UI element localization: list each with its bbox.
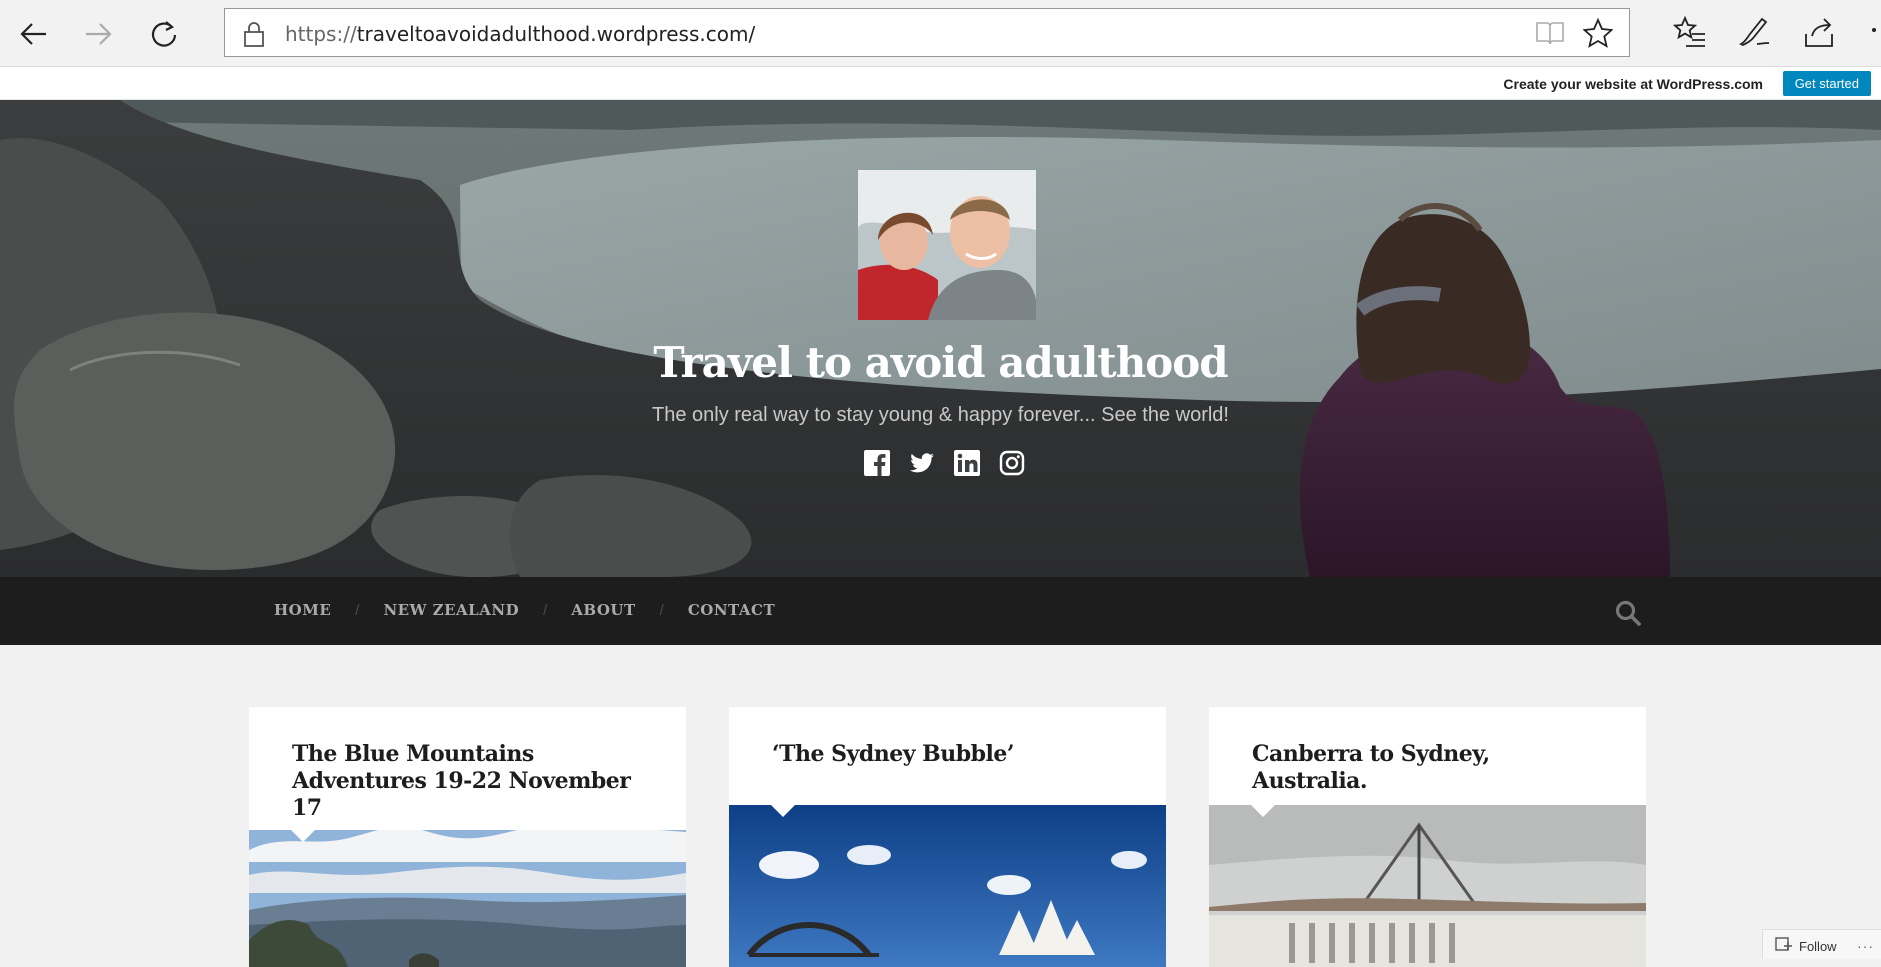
address-bar[interactable]: https://traveltoavoidadulthood.wordpress… bbox=[224, 8, 1630, 57]
site-header: Travel to avoid adulthood The only real … bbox=[0, 100, 1881, 577]
avatar-image bbox=[858, 170, 1036, 320]
card-notch bbox=[1251, 805, 1275, 817]
instagram-icon[interactable] bbox=[999, 450, 1025, 476]
refresh-icon bbox=[151, 21, 177, 47]
card-notch bbox=[771, 805, 795, 817]
forward-button[interactable] bbox=[76, 12, 120, 56]
wordpress-promo-bar: Create your website at WordPress.com Get… bbox=[0, 67, 1881, 100]
sydney-harbour-image bbox=[729, 805, 1166, 967]
blue-mountains-image bbox=[249, 822, 686, 967]
nav-item-new-zealand[interactable]: NEW ZEALAND bbox=[383, 601, 519, 619]
post-title[interactable]: The Blue Mountains Adventures 19-22 Nove… bbox=[292, 741, 650, 822]
create-website-link[interactable]: Create your website at WordPress.com bbox=[1503, 76, 1763, 92]
favorite-star-icon[interactable] bbox=[1583, 18, 1613, 48]
nav-item-contact[interactable]: CONTACT bbox=[688, 601, 775, 619]
linkedin-icon[interactable] bbox=[954, 450, 980, 476]
more-menu-dot[interactable] bbox=[1872, 28, 1876, 32]
follow-widget[interactable]: Follow ··· bbox=[1762, 929, 1881, 959]
get-started-button[interactable]: Get started bbox=[1782, 71, 1871, 96]
site-title[interactable]: Travel to avoid adulthood bbox=[0, 338, 1881, 387]
back-button[interactable] bbox=[12, 12, 56, 56]
card-notch bbox=[291, 830, 315, 842]
lock-icon bbox=[244, 22, 264, 47]
nav-menu: HOME / NEW ZEALAND / ABOUT / CONTACT bbox=[274, 601, 775, 619]
post-title[interactable]: Canberra to Sydney, Australia. bbox=[1252, 741, 1610, 795]
follow-more-button[interactable]: ··· bbox=[1857, 938, 1874, 954]
refresh-button[interactable] bbox=[142, 12, 186, 56]
reading-view-icon[interactable] bbox=[1535, 19, 1565, 47]
nav-item-home[interactable]: HOME bbox=[274, 601, 331, 619]
post-card[interactable]: The Blue Mountains Adventures 19-22 Nove… bbox=[249, 707, 686, 967]
browser-toolbar: https://traveltoavoidadulthood.wordpress… bbox=[0, 0, 1881, 67]
nav-item-about[interactable]: ABOUT bbox=[571, 601, 635, 619]
site-tagline: The only real way to stay young & happy … bbox=[652, 404, 1229, 426]
post-featured-image[interactable] bbox=[729, 805, 1166, 967]
nav-separator: / bbox=[355, 601, 360, 619]
follow-icon bbox=[1775, 937, 1792, 951]
url-host: traveltoavoidadulthood.wordpress.com/ bbox=[356, 22, 756, 46]
facebook-icon[interactable] bbox=[864, 450, 890, 476]
forward-icon bbox=[86, 23, 112, 45]
post-featured-image[interactable] bbox=[1209, 805, 1646, 967]
follow-label[interactable]: Follow bbox=[1799, 939, 1837, 954]
pen-icon[interactable] bbox=[1737, 14, 1773, 50]
twitter-icon[interactable] bbox=[909, 450, 935, 476]
nav-separator: / bbox=[543, 601, 548, 619]
back-icon bbox=[20, 23, 46, 45]
post-card[interactable]: Canberra to Sydney, Australia. bbox=[1209, 707, 1646, 967]
post-title[interactable]: ‘The Sydney Bubble’ bbox=[772, 741, 1130, 768]
share-icon[interactable] bbox=[1802, 14, 1838, 50]
search-icon[interactable] bbox=[1614, 599, 1642, 627]
url-text[interactable]: https://traveltoavoidadulthood.wordpress… bbox=[285, 22, 755, 46]
post-featured-image[interactable] bbox=[249, 822, 686, 967]
social-links bbox=[864, 450, 1025, 476]
site-avatar-photo[interactable] bbox=[858, 170, 1036, 320]
nav-separator: / bbox=[659, 601, 664, 619]
parliament-house-image bbox=[1209, 805, 1646, 967]
url-protocol: https:// bbox=[285, 22, 357, 46]
main-navigation: HOME / NEW ZEALAND / ABOUT / CONTACT bbox=[0, 577, 1881, 645]
favorites-list-icon[interactable] bbox=[1672, 14, 1708, 50]
post-card[interactable]: ‘The Sydney Bubble’ bbox=[729, 707, 1166, 967]
